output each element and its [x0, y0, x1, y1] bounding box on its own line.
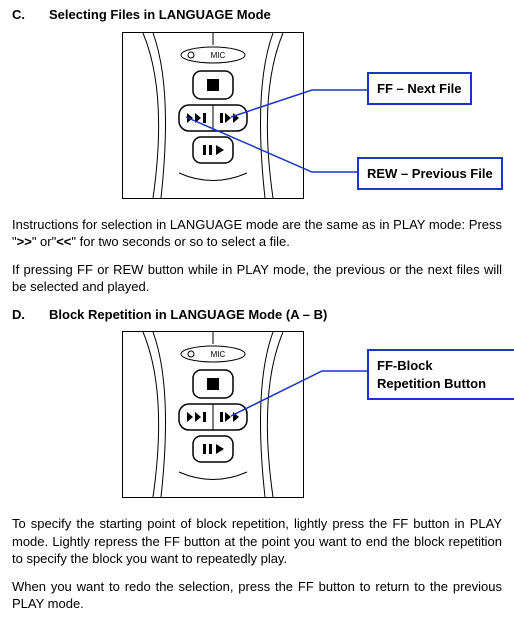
mic-label: MIC [211, 51, 226, 60]
diagram-d: MIC FF-Block Repetition Button [12, 331, 502, 501]
section-title: Selecting Files in LANGUAGE Mode [49, 6, 271, 24]
device-illustration: MIC [122, 331, 304, 498]
para-c1: Instructions for selection in LANGUAGE m… [12, 216, 502, 251]
device-illustration: MIC [122, 32, 304, 199]
para-c2: If pressing FF or REW button while in PL… [12, 261, 502, 296]
section-c-heading: C. Selecting Files in LANGUAGE Mode [12, 6, 502, 24]
diagram-c: MIC FF – Next File [12, 32, 502, 202]
section-title: Block Repetition in LANGUAGE Mode (A – B… [49, 306, 327, 324]
para-d1: To specify the starting point of block r… [12, 515, 502, 568]
para-d2: When you want to redo the selection, pre… [12, 578, 502, 613]
callout-label: FF – Next File [377, 81, 462, 96]
callout-rew-prev: REW – Previous File [357, 157, 503, 191]
section-d-heading: D. Block Repetition in LANGUAGE Mode (A … [12, 306, 502, 324]
callout-label-line2: Repetition Button [377, 375, 507, 393]
callout-label: REW – Previous File [367, 166, 493, 181]
section-letter: D. [12, 306, 25, 324]
callout-label-line1: FF-Block [377, 357, 507, 375]
svg-text:MIC: MIC [211, 350, 226, 359]
section-letter: C. [12, 6, 25, 24]
callout-ff-next: FF – Next File [367, 72, 472, 106]
callout-ff-block: FF-Block Repetition Button [367, 349, 514, 400]
